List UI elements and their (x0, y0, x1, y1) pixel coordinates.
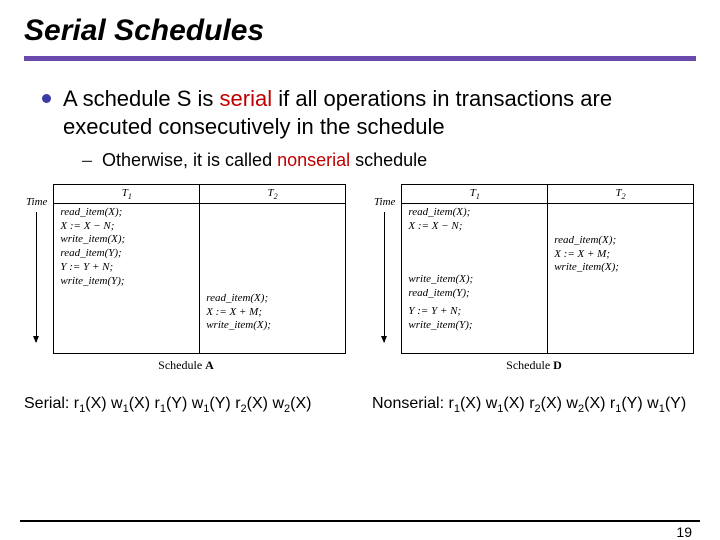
text: schedule (350, 150, 427, 170)
time-label: Time (26, 196, 47, 208)
figures-row: Time T1 T2 read_item(X);X := X − N;write… (24, 184, 696, 373)
text: Otherwise, it is called (102, 150, 277, 170)
ops-t2: read_item(X);X := X + M;write_item(X); (206, 292, 339, 333)
ops-t1: read_item(X);X := X − N;write_item(X);re… (60, 206, 193, 289)
title-rule (24, 56, 696, 61)
figure-schedule-d: Time T1 T2 read_item(X);X := X − N; writ… (374, 184, 694, 373)
nonserial-notation: Nonserial: r1(X) w1(X) r2(X) w2(X) r1(Y)… (372, 395, 696, 415)
arrow-down-icon (36, 212, 37, 342)
footer-rule (20, 520, 700, 522)
emphasis: nonserial (277, 150, 350, 170)
figure-caption: Schedule D (374, 358, 694, 373)
ops-t2: read_item(X);X := X + M;write_item(X); (554, 234, 687, 275)
time-axis: Time (26, 196, 47, 342)
op-seq: r1(X) w1(X) r2(X) w2(X) r1(Y) w1(Y) (448, 395, 686, 412)
col-header: T2 (548, 184, 694, 203)
bullet-dash-icon: – (82, 150, 92, 172)
ops-t1b: write_item(X);read_item(Y); (408, 273, 541, 301)
bullet-level1: A schedule S is serial if all operations… (42, 85, 696, 140)
col-header: T1 (54, 184, 200, 203)
col-header: T2 (200, 184, 346, 203)
bullet1-text: A schedule S is serial if all operations… (63, 85, 696, 140)
serial-notation: Serial: r1(X) w1(X) r1(Y) w1(Y) r2(X) w2… (24, 395, 348, 415)
bullet-level2: – Otherwise, it is called nonserial sche… (82, 150, 696, 172)
slide: Serial Schedules A schedule S is serial … (0, 0, 720, 540)
text: A schedule S is (63, 86, 220, 111)
figure-schedule-a: Time T1 T2 read_item(X);X := X − N;write… (26, 184, 346, 373)
figure-caption: Schedule A (26, 358, 346, 373)
emphasis: serial (220, 86, 273, 111)
bottom-notation-row: Serial: r1(X) w1(X) r1(Y) w1(Y) r2(X) w2… (24, 395, 696, 415)
time-label: Time (374, 196, 395, 208)
bullet2-text: Otherwise, it is called nonserial schedu… (102, 150, 427, 171)
schedule-table-d: T1 T2 read_item(X);X := X − N; write_ite… (401, 184, 694, 354)
op-seq: r1(X) w1(X) r1(Y) w1(Y) r2(X) w2(X) (74, 395, 312, 412)
page-number: 19 (676, 524, 692, 540)
schedule-table-a: T1 T2 read_item(X);X := X − N;write_item… (53, 184, 346, 354)
slide-title: Serial Schedules (24, 14, 696, 48)
time-axis: Time (374, 196, 395, 342)
bullet-dot-icon (42, 94, 51, 103)
col-header: T1 (402, 184, 548, 203)
ops-t1a: read_item(X);X := X − N; (408, 206, 541, 234)
ops-t1c: Y := Y + N;write_item(Y); (408, 305, 541, 333)
arrow-down-icon (384, 212, 385, 342)
